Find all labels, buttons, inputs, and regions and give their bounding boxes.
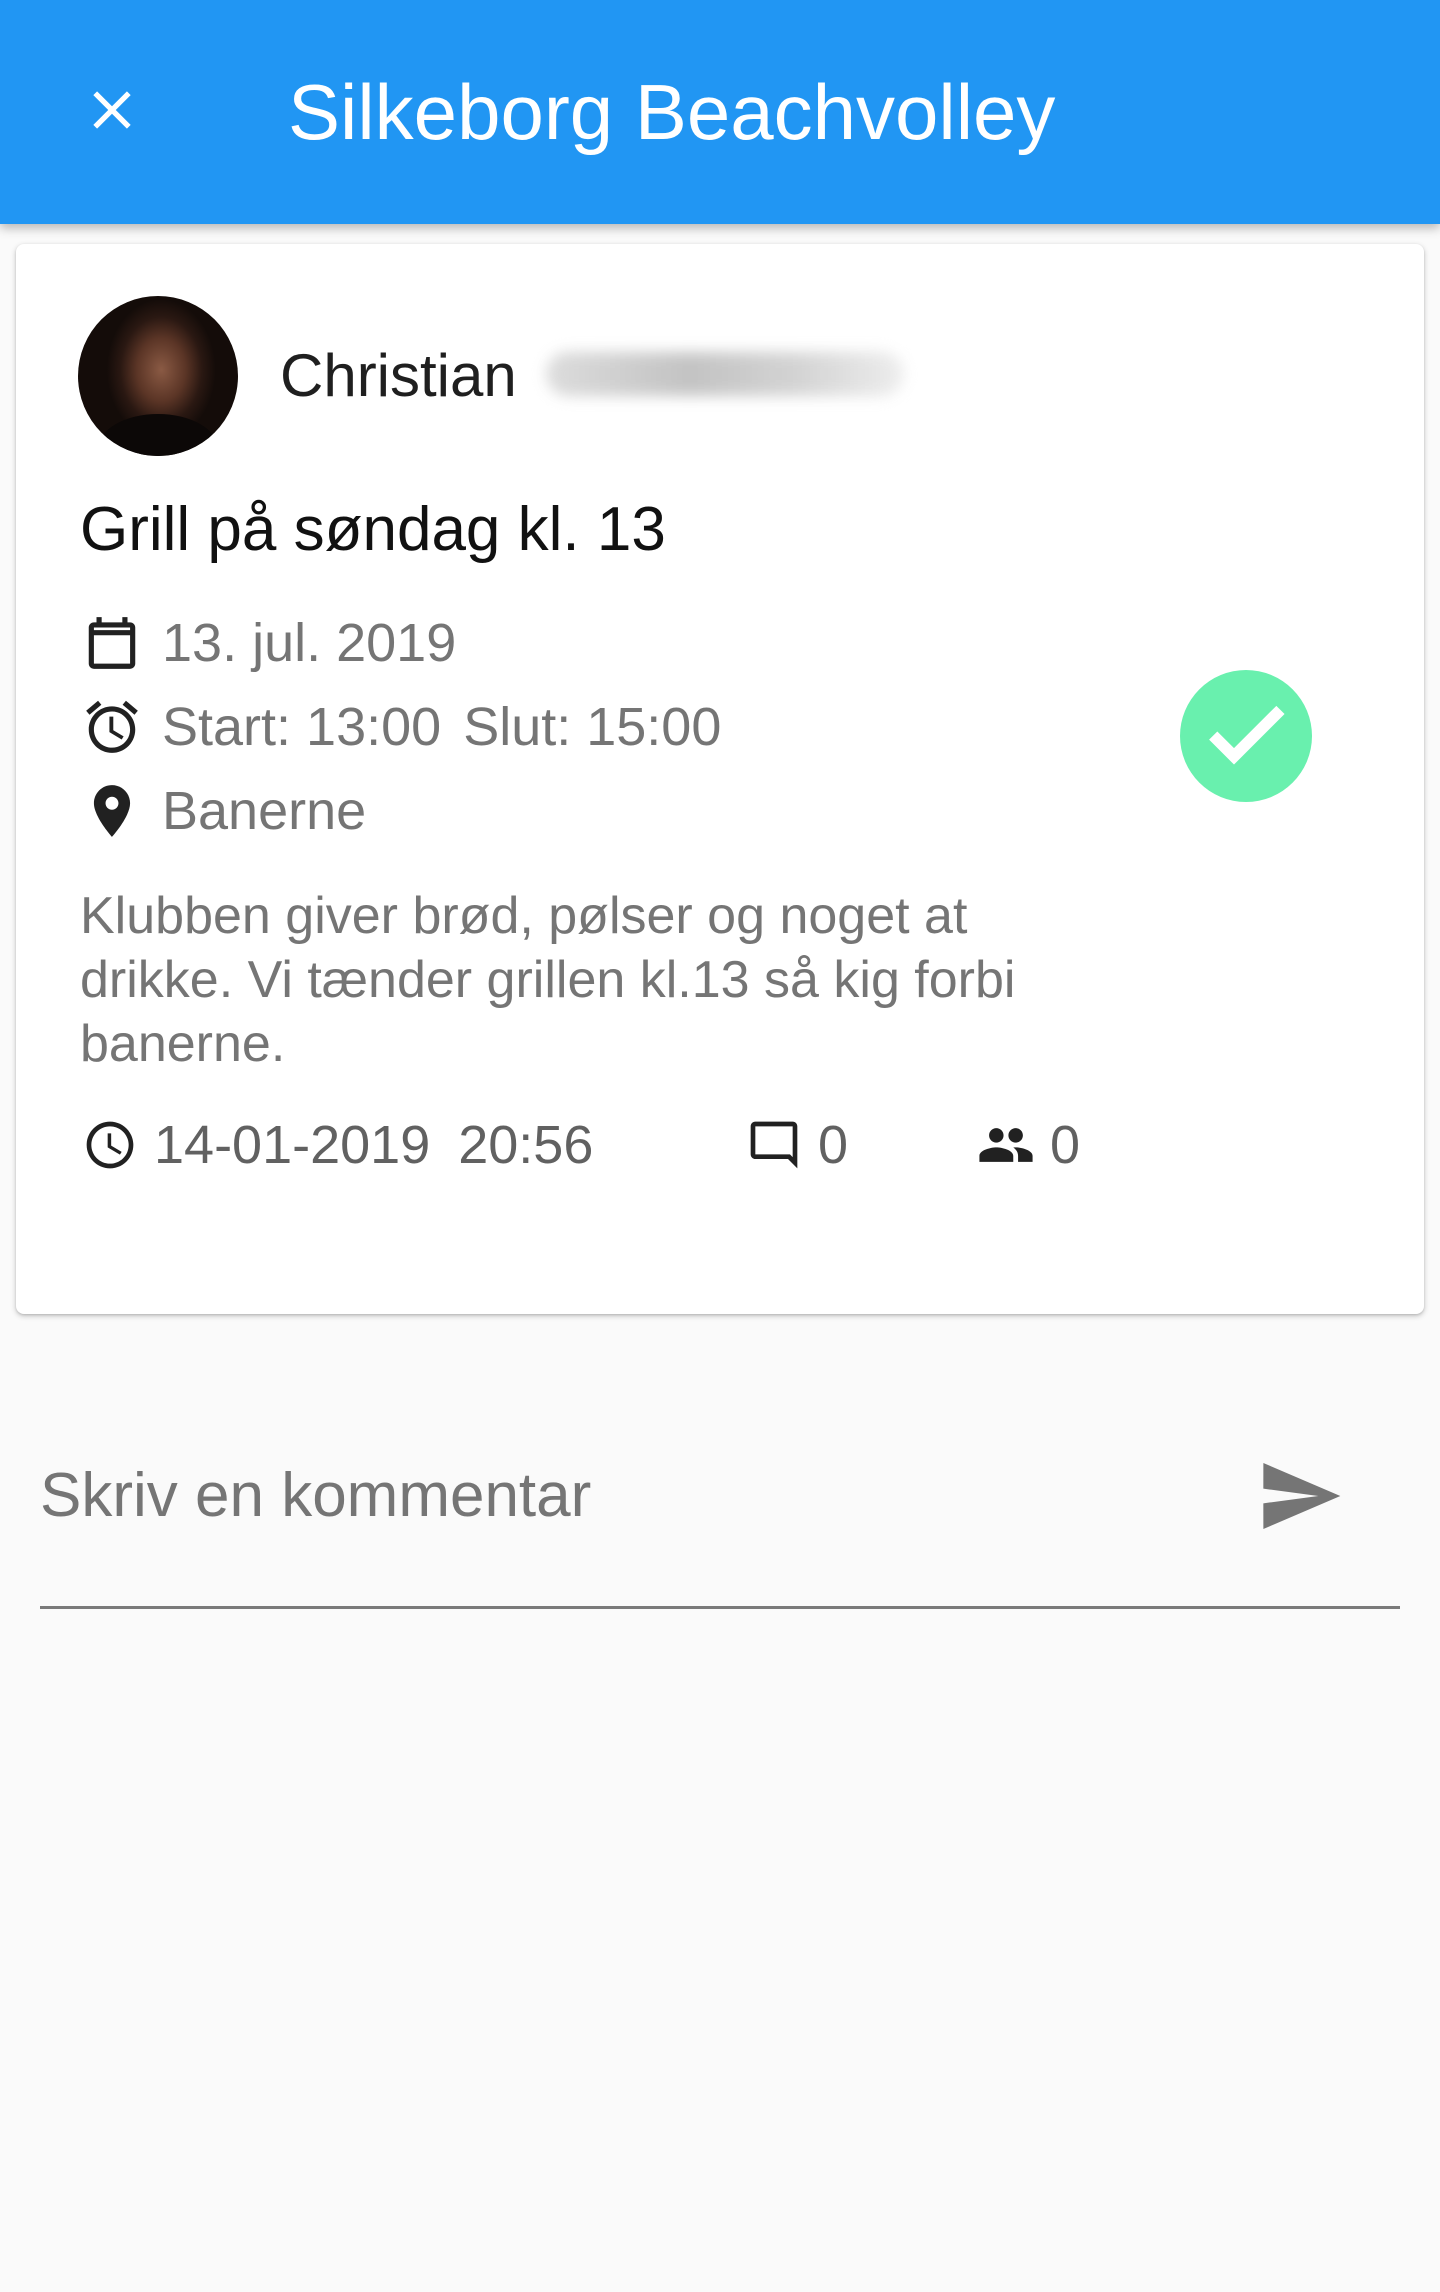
time-row: Start: 13:00 Slut: 15:00: [80, 692, 721, 762]
comment-underline: [40, 1606, 1400, 1609]
participant-count: 0: [1050, 1115, 1081, 1175]
posted-time: 20:56: [458, 1115, 594, 1175]
clock-icon: [80, 1115, 140, 1175]
event-description: Klubben giver brød, pølser og noget at d…: [80, 887, 1016, 1073]
event-card: Christian Grill på søndag kl. 13 13. jul…: [16, 244, 1424, 1314]
location-pin-icon: [80, 779, 144, 843]
event-end-time: Slut: 15:00: [463, 697, 722, 757]
event-date: 13. jul. 2019: [162, 613, 457, 673]
post-meta-row: 14-01-2019 20:56 0 0: [80, 1110, 1280, 1180]
send-button[interactable]: [1250, 1448, 1350, 1548]
date-row: 13. jul. 2019: [80, 608, 456, 678]
participants-count[interactable]: 0: [976, 1110, 1080, 1180]
event-location: Banerne: [162, 781, 367, 841]
app-bar: Silkeborg Beachvolley: [0, 0, 1440, 224]
comment-count: 0: [818, 1115, 849, 1175]
posted-date: 14-01-2019: [154, 1115, 431, 1175]
location-row: Banerne: [80, 776, 366, 846]
comment-icon: [744, 1115, 804, 1175]
close-button[interactable]: [72, 72, 152, 152]
avatar-shoulders: [98, 414, 218, 456]
comment-input[interactable]: [40, 1420, 1240, 1570]
comment-composer: [40, 1420, 1400, 1610]
app-title: Silkeborg Beachvolley: [288, 68, 1056, 156]
avatar[interactable]: [78, 296, 238, 456]
people-icon: [976, 1115, 1036, 1175]
alarm-clock-icon: [80, 695, 144, 759]
author-surname-redacted: [546, 352, 904, 396]
posted-timestamp: 14-01-2019 20:56: [80, 1110, 593, 1180]
comments-count[interactable]: 0: [744, 1110, 848, 1180]
attending-toggle[interactable]: [1180, 670, 1312, 802]
send-icon: [1256, 1452, 1344, 1545]
author-name[interactable]: Christian: [280, 338, 517, 414]
check-icon: [1198, 686, 1294, 787]
close-icon: [80, 78, 144, 147]
event-start-time: Start: 13:00: [162, 697, 442, 757]
event-title: Grill på søndag kl. 13: [80, 495, 666, 564]
calendar-icon: [80, 611, 144, 675]
